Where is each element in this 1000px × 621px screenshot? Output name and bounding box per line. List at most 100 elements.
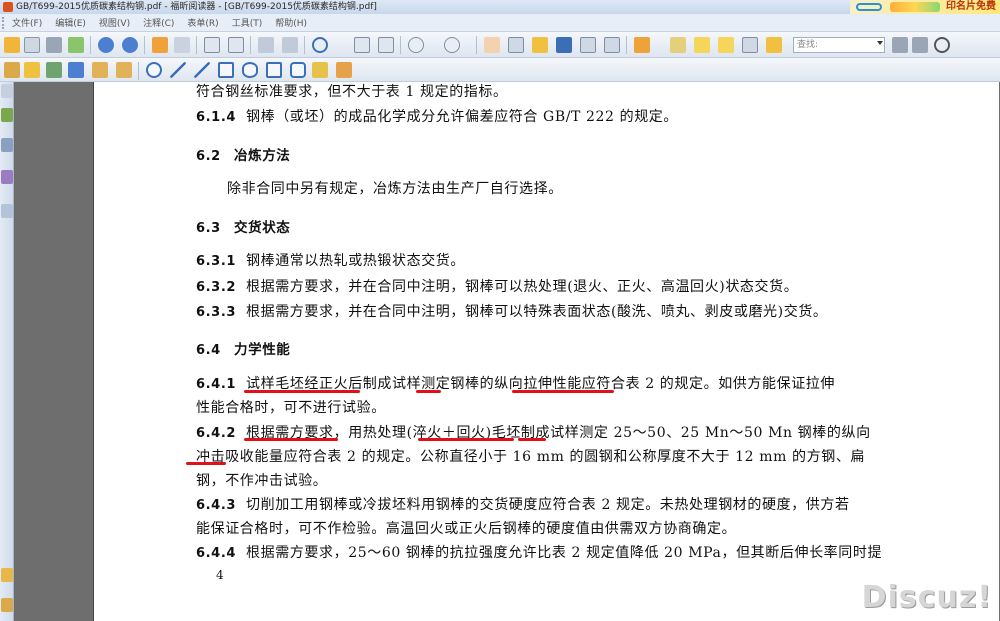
arrow-tool-icon[interactable] <box>170 62 186 78</box>
section-heading: 6.3 交货状态 <box>196 220 291 236</box>
attachments-icon[interactable] <box>1 568 13 582</box>
email-icon[interactable] <box>68 37 84 53</box>
copy-icon[interactable] <box>204 37 220 53</box>
typewriter-icon[interactable] <box>580 37 596 53</box>
zoom-out-icon[interactable] <box>408 37 424 53</box>
circle-tool-icon[interactable] <box>146 62 162 78</box>
pencil-icon[interactable] <box>312 62 328 78</box>
annotation-underline[interactable] <box>518 438 546 441</box>
chevron-down-icon[interactable] <box>877 41 883 45</box>
title-bar: GB/T699-2015优质碳素结构钢.pdf - 福昕阅读器 - [GB/T6… <box>0 0 1000 14</box>
print-icon[interactable] <box>46 37 62 53</box>
section-heading: 6.4 力学性能 <box>196 342 291 358</box>
zoom-icon[interactable] <box>312 37 328 53</box>
annotation-underline[interactable] <box>418 438 514 441</box>
main-toolbar: 查找: <box>0 32 1000 58</box>
find-icon[interactable] <box>556 37 572 53</box>
menu-edit[interactable]: 编辑(E) <box>55 16 86 29</box>
app-icon <box>3 2 13 12</box>
save-icon[interactable] <box>24 37 40 53</box>
line-tool-icon[interactable] <box>194 62 210 78</box>
search-icon[interactable] <box>934 37 950 53</box>
undo-icon[interactable] <box>258 37 274 53</box>
doc-line: 6.4.4 根据需方要求，25～60 钢棒的抗拉强度允许比表 2 规定值降低 20… <box>196 545 883 561</box>
menu-file[interactable]: 文件(F) <box>12 16 42 29</box>
sidebar-arrow-icon[interactable] <box>1 84 13 98</box>
doc-line: 6.3.1 钢棒通常以热轧或热锻状态交货。 <box>196 253 465 269</box>
highlight-icon[interactable] <box>670 37 686 53</box>
search-next-icon[interactable] <box>912 37 928 53</box>
menu-bar: 文件(F) 编辑(E) 视图(V) 注释(C) 表单(R) 工具(T) 帮助(H… <box>0 14 1000 32</box>
search-input[interactable]: 查找: <box>793 37 885 53</box>
fit-page-icon[interactable] <box>354 37 370 53</box>
cloud-tool-icon[interactable] <box>290 62 306 78</box>
ad-text: 印名片免费 <box>946 1 996 12</box>
menu-grip-icon <box>2 16 8 29</box>
ad-banner[interactable]: 印名片免费 <box>850 0 1000 14</box>
doc-line: 钢，不作冲击试验。 <box>196 473 328 489</box>
left-sidebar <box>0 82 14 621</box>
pages-icon[interactable] <box>1 138 13 152</box>
zoom-in-icon[interactable] <box>444 37 460 53</box>
ellipse-tool-icon[interactable] <box>242 62 258 78</box>
glasses-icon <box>856 3 882 11</box>
menu-help[interactable]: 帮助(H) <box>275 16 307 29</box>
image-icon[interactable] <box>46 62 62 78</box>
annotation-underline[interactable] <box>416 390 441 393</box>
menu-tools[interactable]: 工具(T) <box>232 16 263 29</box>
document-viewport[interactable]: 符合钢丝标准要求，但不大于表 1 规定的指标。 6.1.4 钢棒（或坯）的成品化学… <box>15 82 1000 621</box>
layers-icon[interactable] <box>1 204 13 218</box>
link-icon[interactable] <box>68 62 84 78</box>
doc-line: 6.3.3 根据需方要求，并在合同中注明，钢棒可以特殊表面状态(酸洗、喷丸、剥皮或… <box>196 304 828 320</box>
polygon-tool-icon[interactable] <box>266 62 282 78</box>
callout-icon[interactable] <box>766 37 782 53</box>
hand-tool-icon[interactable] <box>484 37 500 53</box>
note-icon[interactable] <box>634 37 650 53</box>
doc-line: 6.1.4 钢棒（或坯）的成品化学成分允许偏差应符合 GB/T 222 的规定。 <box>196 109 678 125</box>
next-page-icon[interactable] <box>122 37 138 53</box>
annotation-underline[interactable] <box>244 438 338 441</box>
watermark-logo: Discuz! <box>861 580 992 615</box>
marker-icon[interactable] <box>336 62 352 78</box>
window-title: GB/T699-2015优质碳素结构钢.pdf - 福昕阅读器 - [GB/T6… <box>16 2 377 12</box>
prev-page-icon[interactable] <box>98 37 114 53</box>
select-text-icon[interactable] <box>508 37 524 53</box>
forward-icon[interactable] <box>174 37 190 53</box>
eraser-icon[interactable] <box>116 62 132 78</box>
drawing-toolbar <box>0 58 1000 82</box>
doc-line: 冲击吸收能量应符合表 2 的规定。公称直径小于 16 mm 的圆钢和公称厚度不大… <box>196 449 866 465</box>
ad-decoration-icon <box>890 2 940 12</box>
paste-icon[interactable] <box>228 37 244 53</box>
menu-form[interactable]: 表单(R) <box>187 16 218 29</box>
fit-width-icon[interactable] <box>378 37 394 53</box>
sticky-note-icon[interactable] <box>694 37 710 53</box>
doc-line: 6.3.2 根据需方要求，并在合同中注明，钢棒可以热处理(退火、正火、高温回火)状… <box>196 279 799 295</box>
redo-icon[interactable] <box>282 37 298 53</box>
rectangle-tool-icon[interactable] <box>218 62 234 78</box>
page-number: 4 <box>216 568 224 582</box>
annotation-underline[interactable] <box>512 390 614 393</box>
comments-icon[interactable] <box>1 170 13 184</box>
doc-line: 6.4.3 切削加工用钢棒或冷拔坯料用钢棒的交货硬度应符合表 2 规定。未热处理钢… <box>196 497 850 513</box>
paperclip-icon[interactable] <box>4 62 20 78</box>
textbox-icon[interactable] <box>718 37 734 53</box>
paperclip-panel-icon[interactable] <box>1 598 13 612</box>
attachment-icon[interactable] <box>742 37 758 53</box>
section-heading: 6.2 冶炼方法 <box>196 148 291 164</box>
open-icon[interactable] <box>4 37 20 53</box>
doc-line: 能保证合格时，可不作检验。高温回火或正火后钢棒的硬度值由供需双方协商确定。 <box>196 521 737 537</box>
back-icon[interactable] <box>152 37 168 53</box>
annotation-underline[interactable] <box>186 462 226 465</box>
menu-view[interactable]: 视图(V) <box>99 16 130 29</box>
bookmarks-icon[interactable] <box>1 108 13 122</box>
stamp-icon[interactable] <box>24 62 40 78</box>
annotation-underline[interactable] <box>244 390 360 393</box>
snapshot-icon[interactable] <box>604 37 620 53</box>
menu-comment[interactable]: 注释(C) <box>143 16 174 29</box>
select-tool-icon[interactable] <box>532 37 548 53</box>
doc-line: 符合钢丝标准要求，但不大于表 1 规定的指标。 <box>196 84 508 100</box>
pdf-page: 符合钢丝标准要求，但不大于表 1 规定的指标。 6.1.4 钢棒（或坯）的成品化学… <box>93 82 999 621</box>
search-prev-icon[interactable] <box>892 37 908 53</box>
edit-icon[interactable] <box>92 62 108 78</box>
doc-line: 性能合格时，可不进行试验。 <box>196 400 386 416</box>
